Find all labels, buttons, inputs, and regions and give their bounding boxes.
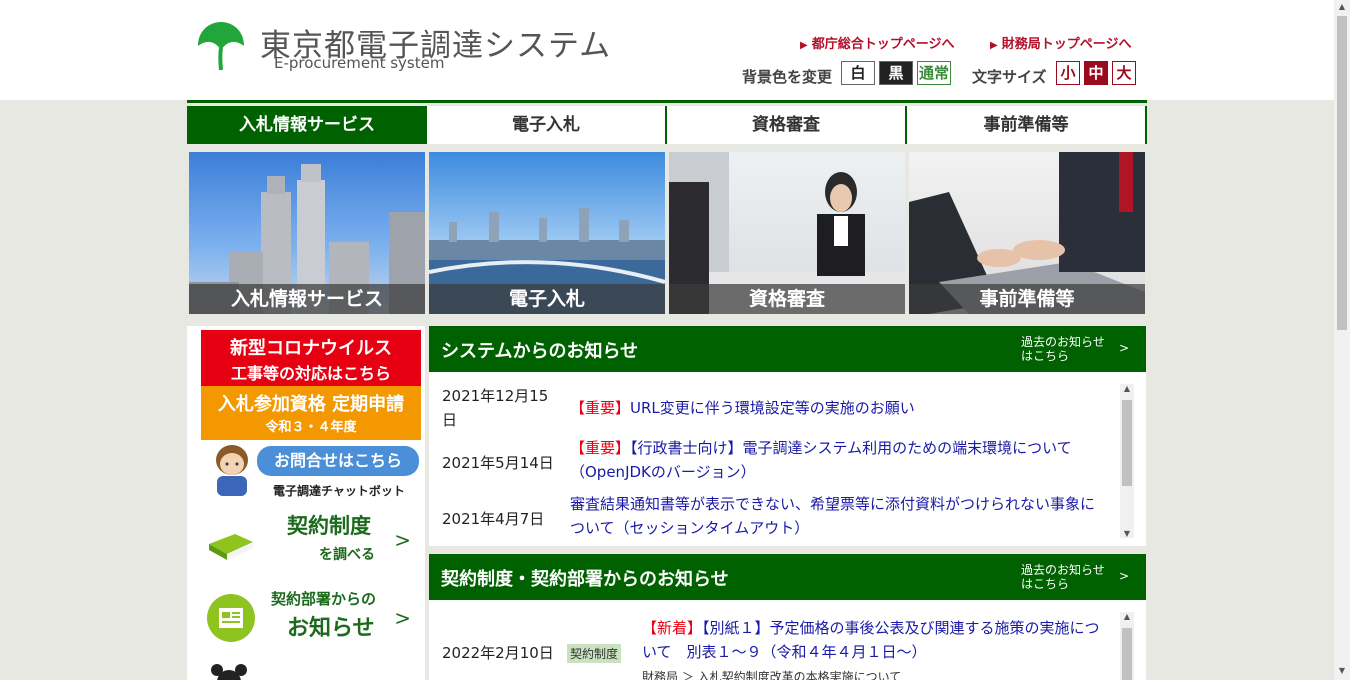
corona-line2: 工事等の対応はこちら: [230, 364, 391, 383]
dept-news-link[interactable]: 契約部署からの お知らせ >: [201, 582, 421, 652]
scroll-up-icon[interactable]: ▲: [1120, 384, 1134, 393]
triangle-right-icon: ▶: [990, 40, 998, 51]
link-finance-top[interactable]: ▶ 財務局トップページへ: [990, 33, 1131, 52]
scroll-up-icon[interactable]: ▲: [1334, 2, 1350, 11]
bg-color-label: 背景色を変更: [742, 68, 833, 86]
newspaper-icon: [207, 594, 255, 642]
banner-qualification[interactable]: 資格審査: [669, 152, 905, 314]
banner-preparation[interactable]: 事前準備等: [909, 152, 1145, 314]
chatbot-banner[interactable]: お問合せはこちら 電子調達チャットボット: [201, 442, 421, 502]
link-finance-label: 財務局トップページへ: [1001, 37, 1132, 52]
dept-line2: お知らせ: [287, 616, 375, 641]
sidebar: 新型コロナウイルス 工事等の対応はこちら 入札参加資格 定期申請 令和３・４年度…: [187, 326, 425, 680]
past-line1: 過去のお知らせ: [1021, 563, 1105, 577]
corona-banner[interactable]: 新型コロナウイルス 工事等の対応はこちら: [201, 330, 421, 386]
news-tag: 【重要】: [570, 399, 631, 417]
dept-line1: 契約部署からの: [271, 590, 377, 608]
contract-news-scrollbar[interactable]: ▲: [1120, 612, 1134, 680]
system-news-list: 2021年12月15日 【重要】URL変更に伴う環境設定等の実施のお願い 202…: [429, 372, 1146, 546]
chevron-right-icon: >: [394, 528, 411, 552]
bg-black-button[interactable]: 黒: [879, 61, 913, 85]
tab-qualification[interactable]: 資格審査: [667, 106, 907, 144]
news-item[interactable]: 審査結果通知書等が表示できない、希望票等に添付資料がつけられない事象について（セ…: [570, 492, 1108, 540]
news-date: 2021年5月14日: [442, 454, 554, 472]
bg-normal-button[interactable]: 通常: [917, 61, 951, 85]
news-date: 2022年2月10日: [442, 644, 554, 662]
scroll-down-icon[interactable]: ▼: [1334, 666, 1350, 675]
banner-caption: 事前準備等: [909, 284, 1145, 314]
tab-bid-info[interactable]: 入札情報サービス: [187, 106, 427, 144]
news-tag: 【重要】: [570, 439, 631, 457]
book-icon: [209, 534, 253, 560]
ginkgo-logo-icon: [198, 22, 244, 71]
contract-line2: を調べる: [319, 547, 375, 563]
news-text: 審査結果通知書等が表示できない、希望票等に添付資料がつけられない事象について（セ…: [570, 495, 1096, 537]
chatbot-label: 電子調達チャットボット: [273, 484, 405, 498]
banner-caption: 電子入札: [429, 284, 665, 314]
page-scrollbar[interactable]: ▲ ▼: [1334, 0, 1350, 680]
page-scroll-thumb[interactable]: [1337, 16, 1347, 330]
chatbot-bubble: お問合せはこちら: [257, 446, 419, 476]
qual-line2: 令和３・４年度: [265, 420, 357, 435]
news-tag: 【新着】: [642, 619, 703, 637]
system-news-scrollbar[interactable]: ▲ ▼: [1120, 384, 1134, 538]
contract-news-title: 契約制度・契約部署からのお知らせ: [441, 569, 729, 590]
banner-bid-info[interactable]: 入札情報サービス: [189, 152, 425, 314]
contract-news-header: 契約制度・契約部署からのお知らせ 過去のお知らせ はこちら >: [429, 554, 1146, 600]
nav-divider: [187, 100, 1147, 103]
news-source: 財務局 ＞ 入札契約制度改革の本格実施について: [642, 670, 902, 680]
chevron-right-icon: >: [394, 606, 411, 630]
scroll-thumb[interactable]: [1122, 628, 1132, 680]
past-line1: 過去のお知らせ: [1021, 335, 1105, 349]
chevron-right-icon[interactable]: >: [1119, 341, 1129, 355]
banner-caption: 入札情報サービス: [189, 284, 425, 314]
banner-caption: 資格審査: [669, 284, 905, 314]
qualification-banner[interactable]: 入札参加資格 定期申請 令和３・４年度: [201, 386, 421, 440]
news-text: URL変更に伴う環境設定等の実施のお願い: [630, 399, 915, 417]
scroll-down-icon[interactable]: ▼: [1120, 529, 1134, 538]
scroll-thumb[interactable]: [1122, 400, 1132, 486]
contract-news-list: 2022年2月10日 契約制度 【新着】【別紙１】予定価格の事後公表及び関連する…: [429, 600, 1146, 680]
font-medium-button[interactable]: 中: [1084, 61, 1108, 85]
contract-line1: 契約制度: [287, 514, 371, 538]
font-size-label: 文字サイズ: [972, 68, 1047, 86]
banner-e-bidding[interactable]: 電子入札: [429, 152, 665, 314]
contract-system-link[interactable]: 契約制度 を調べる >: [201, 504, 421, 574]
scroll-up-icon[interactable]: ▲: [1120, 612, 1134, 621]
chevron-right-icon[interactable]: >: [1119, 569, 1129, 583]
font-large-button[interactable]: 大: [1112, 61, 1136, 85]
site-subtitle: E-procurement system: [274, 54, 445, 72]
news-text: 【行政書士向け】電子調達システム利用のための端末環境について（OpenJDKのバ…: [570, 439, 1072, 481]
contract-news-past-link[interactable]: 過去のお知らせ はこちら: [1021, 563, 1105, 591]
triangle-right-icon: ▶: [800, 40, 808, 51]
site-logo[interactable]: 東京都電子調達システム E-procurement system: [196, 18, 610, 78]
font-small-button[interactable]: 小: [1056, 61, 1080, 85]
past-line2: はこちら: [1021, 577, 1070, 591]
news-date: 2021年12月15日: [442, 387, 549, 429]
news-date: 2021年4月7日: [442, 510, 545, 528]
system-news-past-link[interactable]: 過去のお知らせ はこちら: [1021, 335, 1105, 363]
news-item[interactable]: 【重要】【行政書士向け】電子調達システム利用のための端末環境について（OpenJ…: [570, 436, 1108, 484]
category-tag: 契約制度: [567, 644, 622, 663]
news-text: 【別紙１】予定価格の事後公表及び関連する施策の実施について 別表１～９（令和４年…: [642, 619, 1100, 661]
bg-white-button[interactable]: 白: [841, 61, 875, 85]
link-metro-top[interactable]: ▶ 都庁総合トップページへ: [800, 33, 954, 52]
tab-e-bidding[interactable]: 電子入札: [427, 106, 667, 144]
news-item[interactable]: 【重要】URL変更に伴う環境設定等の実施のお願い: [570, 396, 1108, 420]
alarm-clock-icon: [211, 664, 247, 680]
link-metro-label: 都庁総合トップページへ: [811, 37, 955, 52]
news-item[interactable]: 【新着】【別紙１】予定価格の事後公表及び関連する施策の実施について 別表１～９（…: [642, 616, 1108, 664]
chatbot-character-icon: [216, 445, 248, 496]
past-line2: はこちら: [1021, 349, 1070, 363]
qual-line1: 入札参加資格 定期申請: [217, 394, 405, 415]
system-news-header: システムからのお知らせ 過去のお知らせ はこちら >: [429, 326, 1146, 372]
system-news-title: システムからのお知らせ: [441, 341, 639, 362]
tab-preparation[interactable]: 事前準備等: [907, 106, 1147, 144]
corona-line1: 新型コロナウイルス: [230, 338, 392, 359]
